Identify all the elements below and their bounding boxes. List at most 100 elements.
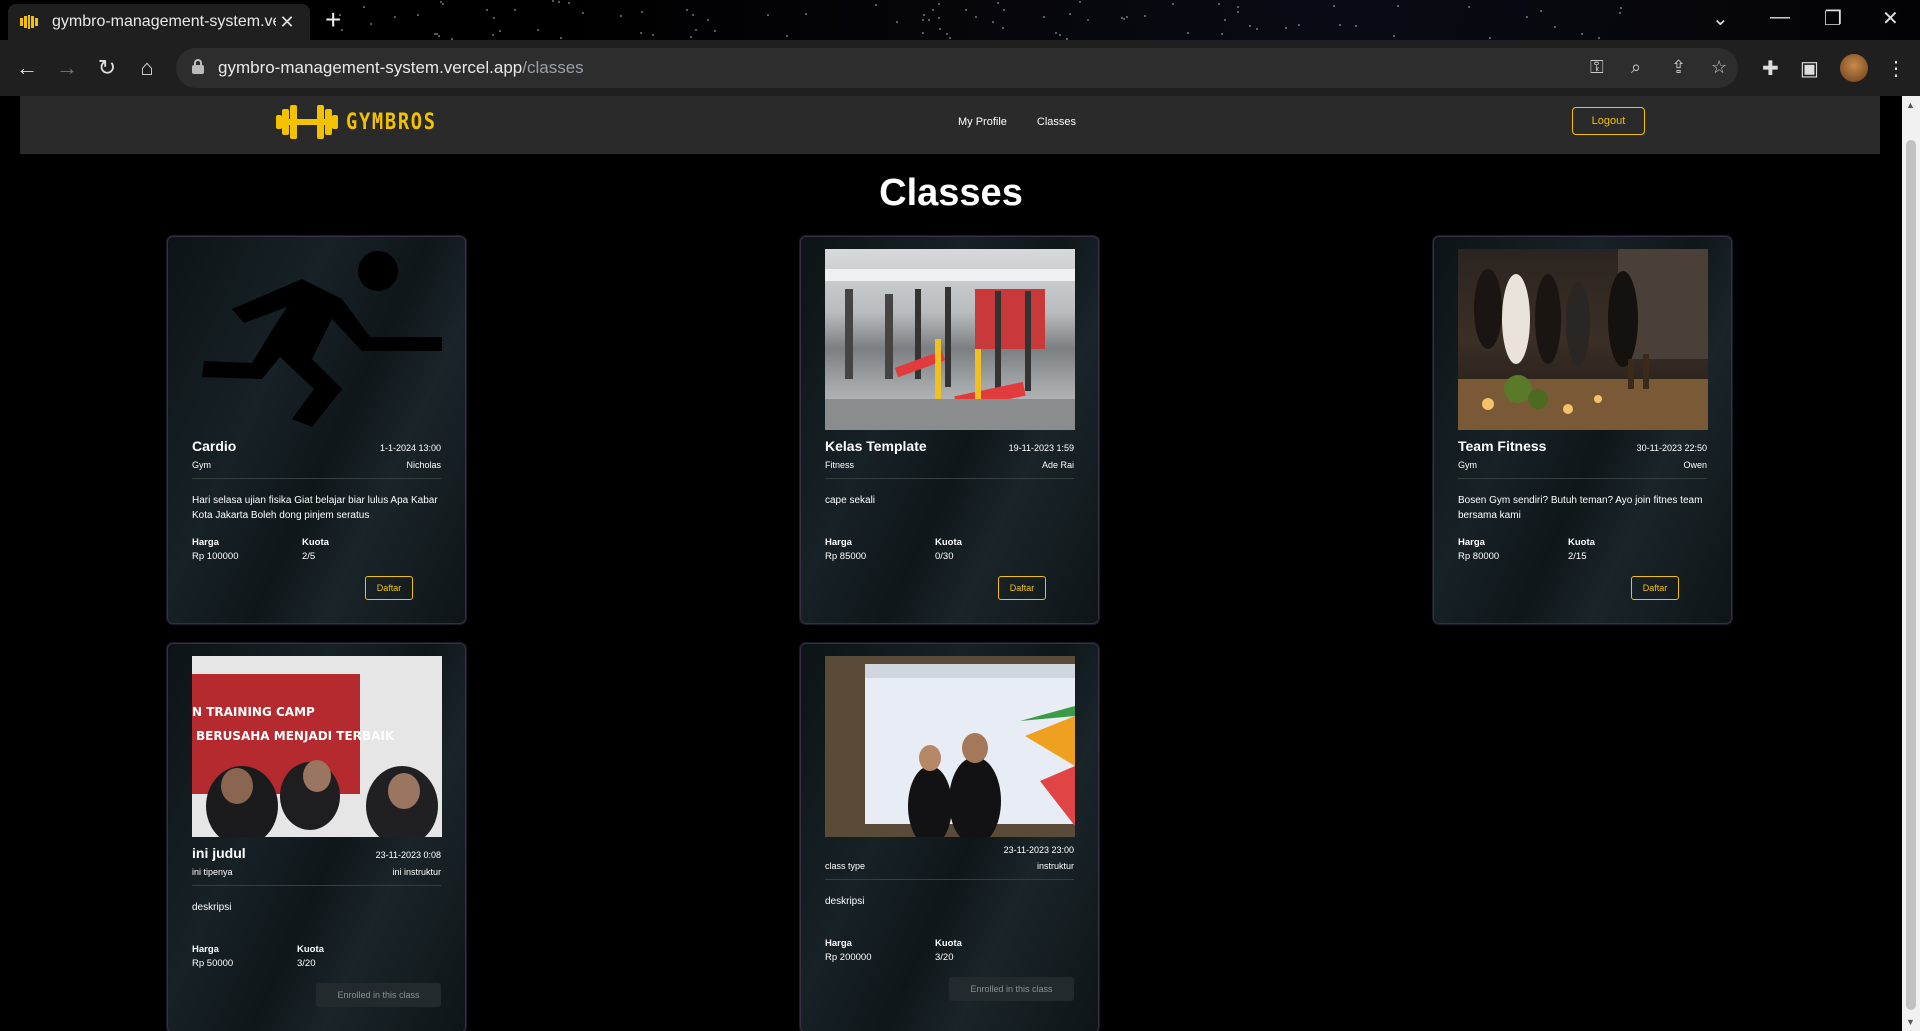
star-decoration [686, 8, 689, 11]
daftar-button[interactable]: Daftar [998, 576, 1046, 600]
star-decoration [1255, 28, 1258, 30]
star-decoration [394, 15, 397, 18]
class-price: Rp 85000 [825, 551, 867, 562]
star-decoration [1597, 36, 1600, 39]
class-title: Team Fitness [1458, 438, 1547, 454]
zoom-icon[interactable]: ⌕ [1631, 57, 1641, 78]
key-icon[interactable]: ⚿ [1590, 57, 1604, 78]
star-decoration [992, 21, 995, 24]
site-header: GYMBROS My Profile Classes Logout [20, 96, 1880, 154]
star-icon[interactable]: ☆ [1711, 57, 1727, 78]
class-type: class type [825, 861, 866, 871]
address-bar[interactable]: gymbro-management-system.vercel.app/clas… [176, 48, 1738, 88]
star-decoration [1397, 5, 1400, 8]
daftar-button[interactable]: Daftar [1631, 576, 1679, 600]
class-description: deskripsi [825, 896, 865, 907]
star-decoration [1297, 24, 1300, 27]
quota-label: Kuota [302, 537, 329, 548]
star-decoration [437, 35, 440, 38]
class-price: Rp 100000 [192, 551, 239, 562]
divider [1458, 478, 1707, 479]
star-decoration [1284, 26, 1287, 29]
gym-photo [825, 249, 1075, 430]
class-type: ini tipenya [192, 867, 233, 877]
quota-label: Kuota [935, 938, 962, 949]
browser-toolbar: ← → ↻ ⌂ gymbro-management-system.vercel.… [0, 40, 1920, 96]
scroll-thumb[interactable] [1906, 140, 1916, 1010]
star-decoration [557, 1, 560, 4]
browser-tab[interactable]: gymbro-management-system.ve ✕ [8, 4, 310, 40]
daftar-button[interactable]: Daftar [365, 576, 413, 600]
menu-icon[interactable]: ⋮ [1886, 56, 1906, 81]
party-photo [1458, 249, 1708, 430]
star-decoration [713, 29, 716, 32]
class-instructor: Owen [1683, 460, 1707, 470]
page-title: Classes [879, 172, 1023, 214]
back-icon[interactable]: ← [12, 53, 42, 83]
class-instructor: Nicholas [406, 460, 441, 470]
class-instructor: ini instruktur [392, 867, 441, 877]
class-price: Rp 50000 [192, 958, 234, 969]
class-quota: 3/20 [297, 958, 316, 969]
star-decoration [434, 33, 437, 36]
window-close-icon[interactable]: ✕ [1882, 6, 1899, 31]
share-icon[interactable]: ⇪ [1671, 57, 1686, 78]
url-text[interactable]: gymbro-management-system.vercel.app/clas… [218, 58, 584, 78]
lock-icon[interactable] [192, 59, 204, 74]
forward-icon[interactable]: → [52, 53, 82, 83]
minimize-icon[interactable]: — [1770, 6, 1790, 29]
nav-classes[interactable]: Classes [1037, 116, 1076, 128]
quota-label: Kuota [935, 537, 962, 548]
star-decoration [1144, 15, 1146, 18]
star-decoration [620, 14, 623, 17]
star-decoration [567, 1, 570, 4]
class-type: Gym [1458, 460, 1477, 470]
star-decoration [1187, 31, 1190, 34]
page-scrollbar[interactable]: ▲ ▼ [1902, 96, 1920, 1031]
profile-avatar[interactable] [1840, 54, 1868, 82]
class-instructor: instruktur [1036, 861, 1074, 871]
tab-search-icon[interactable]: ⌄ [1712, 6, 1729, 31]
star-decoration [1042, 16, 1045, 19]
star-decoration [552, 0, 555, 3]
class-date: 30-11-2023 22:50 [1636, 443, 1707, 453]
main-nav: My Profile Classes [958, 116, 1076, 128]
star-decoration [938, 16, 941, 19]
star-decoration [369, 22, 372, 25]
star-decoration [921, 18, 924, 21]
star-decoration [652, 33, 655, 36]
extensions-icon[interactable]: ✚ [1762, 56, 1779, 81]
new-tab-icon[interactable]: + [325, 5, 341, 35]
logout-button[interactable]: Logout [1572, 107, 1645, 135]
browser-titlebar: gymbro-management-system.ve ✕ + ⌄ — ❐ ✕ [0, 0, 1920, 40]
star-decoration [441, 2, 444, 5]
class-quota: 3/20 [935, 952, 954, 963]
scroll-down-icon[interactable]: ▼ [1906, 1017, 1915, 1027]
star-decoration [965, 8, 968, 11]
scroll-up-icon[interactable]: ▲ [1906, 100, 1915, 110]
class-date: 19-11-2023 1:59 [1008, 443, 1074, 453]
class-price: Rp 200000 [825, 952, 872, 963]
star-decoration [493, 16, 496, 19]
restore-icon[interactable]: ❐ [1824, 6, 1842, 31]
class-card: Cardio 1-1-2024 13:00 Gym Nicholas Hari se… [167, 236, 466, 624]
star-decoration [1581, 32, 1584, 35]
nav-my-profile[interactable]: My Profile [958, 116, 1007, 128]
star-decoration [1125, 15, 1128, 18]
sidebar-icon[interactable]: ▣ [1800, 56, 1819, 81]
logo[interactable]: GYMBROS [276, 104, 453, 140]
reload-icon[interactable]: ↻ [92, 53, 122, 83]
star-decoration [1221, 33, 1224, 36]
close-tab-icon[interactable]: ✕ [276, 12, 298, 33]
star-decoration [1392, 34, 1395, 37]
star-decoration [804, 13, 807, 16]
star-decoration [895, 20, 898, 23]
home-icon[interactable]: ⌂ [132, 53, 162, 83]
class-description: Bosen Gym sendiri? Butuh teman? Ayo join… [1458, 495, 1703, 521]
class-instructor: Ade Rai [1041, 460, 1074, 470]
star-decoration [537, 29, 540, 32]
quota-label: Kuota [297, 944, 324, 955]
star-decoration [1086, 18, 1089, 21]
star-decoration [690, 36, 693, 39]
star-decoration [1619, 12, 1622, 15]
